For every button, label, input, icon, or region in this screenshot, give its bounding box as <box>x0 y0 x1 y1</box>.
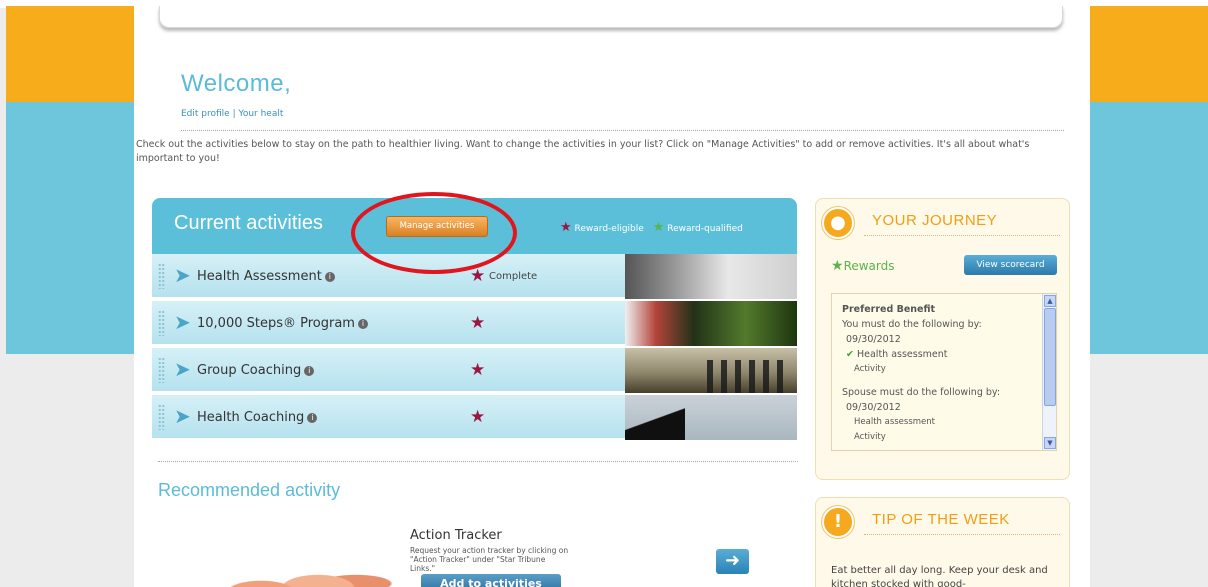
divider <box>864 235 1060 236</box>
spouse-item-1: Health assessment <box>854 417 935 427</box>
benefit-scroll-box[interactable]: Preferred Benefit You must do the follow… <box>831 293 1057 451</box>
scroll-thumb[interactable] <box>1044 308 1056 406</box>
your-journey-panel: ● YOUR JOURNEY ★Rewards View scorecard P… <box>815 198 1070 480</box>
raised-hands-image <box>204 546 394 587</box>
reward-qualified-star-icon: ★ <box>652 220 665 235</box>
chevron-right-icon[interactable]: ➤ <box>174 359 191 379</box>
scroll-up-icon[interactable]: ▲ <box>1044 295 1056 307</box>
drag-handle-icon[interactable] <box>158 310 165 336</box>
reward-eligible-star-icon: ★ <box>560 220 572 235</box>
group-silhouette-image <box>625 348 797 393</box>
welcome-title: Welcome, <box>181 70 292 97</box>
person-icon: ● <box>822 207 854 239</box>
benefit-content: Preferred Benefit You must do the follow… <box>842 302 1037 445</box>
divider <box>158 461 798 462</box>
spouse-item-2: Activity <box>854 432 886 442</box>
recommended-activity-title: Action Tracker <box>410 528 502 543</box>
vertical-scrollbar[interactable]: ▲ ▼ <box>1042 294 1056 450</box>
you-date: 09/30/2012 <box>846 334 901 345</box>
divider <box>864 534 1060 535</box>
edit-profile-link[interactable]: Edit profile <box>181 109 230 119</box>
info-icon[interactable]: i <box>324 272 335 282</box>
current-activities-title: Current activities <box>174 212 323 234</box>
drag-handle-icon[interactable] <box>158 357 165 383</box>
activity-row-10000-steps[interactable]: ➤ 10,000 Steps® Program i ★ <box>152 301 797 346</box>
recommended-activity-desc: Request your action tracker by clicking … <box>410 546 569 573</box>
add-to-activities-button[interactable]: Add to activities <box>421 574 561 587</box>
tip-text: Eat better all day long. Keep your desk … <box>831 565 1048 587</box>
drag-handle-icon[interactable] <box>158 263 165 289</box>
arrow-right-icon[interactable]: ➜ <box>716 549 749 574</box>
reward-eligible-star-icon: ★ <box>470 313 486 333</box>
link-separator: | <box>232 109 236 119</box>
reward-qualified-label: Reward-qualified <box>667 224 743 234</box>
info-icon[interactable]: i <box>357 319 368 329</box>
drag-handle-icon[interactable] <box>158 404 165 430</box>
welcome-links: Edit profile | Your healt <box>181 109 283 119</box>
your-journey-title: YOUR JOURNEY <box>872 212 998 229</box>
left-blue-band <box>6 102 134 354</box>
reward-eligible-star-icon: ★ <box>470 407 486 427</box>
activity-name[interactable]: Health Coaching i <box>197 410 318 425</box>
chevron-right-icon[interactable]: ➤ <box>174 406 191 426</box>
page-content: Welcome, Edit profile | Your healt Check… <box>134 6 1090 587</box>
intro-text: Check out the activities below to stay o… <box>136 139 1030 164</box>
info-icon[interactable]: i <box>304 366 315 376</box>
reward-eligible-label: Reward-eligible <box>574 224 644 234</box>
benefit-title: Preferred Benefit <box>842 304 936 315</box>
view-scorecard-button[interactable]: View scorecard <box>964 255 1057 275</box>
header-bar <box>159 6 1063 28</box>
reward-eligible-star-icon: ★ <box>470 360 486 380</box>
rewards-label: ★Rewards <box>831 258 895 274</box>
you-requirement: You must do the following by: <box>842 319 982 330</box>
you-item-2: Activity <box>854 364 886 374</box>
activity-status: Complete <box>489 271 538 282</box>
annotation-circle <box>351 192 517 274</box>
recommended-title: Recommended activity <box>158 480 341 500</box>
info-icon[interactable]: i <box>307 413 318 423</box>
you-item-1: ✔ Health assessment <box>846 349 948 360</box>
divider <box>181 130 1064 131</box>
tip-of-week-panel: ! TIP OF THE WEEK Eat better all day lon… <box>815 497 1070 587</box>
tip-title: TIP OF THE WEEK <box>872 511 1010 528</box>
coaching-image <box>625 395 797 440</box>
reward-star-icon: ★ <box>831 258 844 274</box>
spouse-requirement: Spouse must do the following by: <box>842 387 1001 398</box>
scale-image <box>625 254 797 299</box>
spouse-date: 09/30/2012 <box>846 402 901 413</box>
activity-name[interactable]: Health Assessment i <box>197 269 335 284</box>
reward-legend: ★ Reward-eligible ★ Reward-qualified <box>560 220 743 235</box>
right-blue-band <box>1090 102 1208 354</box>
right-orange-band <box>1090 6 1208 102</box>
scroll-down-icon[interactable]: ▼ <box>1044 437 1056 449</box>
activity-row-health-coaching[interactable]: ➤ Health Coaching i ★ <box>152 395 797 440</box>
activity-name[interactable]: Group Coaching i <box>197 363 315 378</box>
your-health-link[interactable]: Your healt <box>239 109 284 119</box>
left-orange-band <box>6 6 134 102</box>
activity-row-group-coaching[interactable]: ➤ Group Coaching i ★ <box>152 348 797 393</box>
chevron-right-icon[interactable]: ➤ <box>174 312 191 332</box>
walking-image <box>625 301 797 346</box>
chevron-right-icon[interactable]: ➤ <box>174 265 191 285</box>
activity-name[interactable]: 10,000 Steps® Program i <box>197 316 368 331</box>
exclamation-icon: ! <box>822 506 854 538</box>
checkmark-icon: ✔ <box>846 349 854 360</box>
